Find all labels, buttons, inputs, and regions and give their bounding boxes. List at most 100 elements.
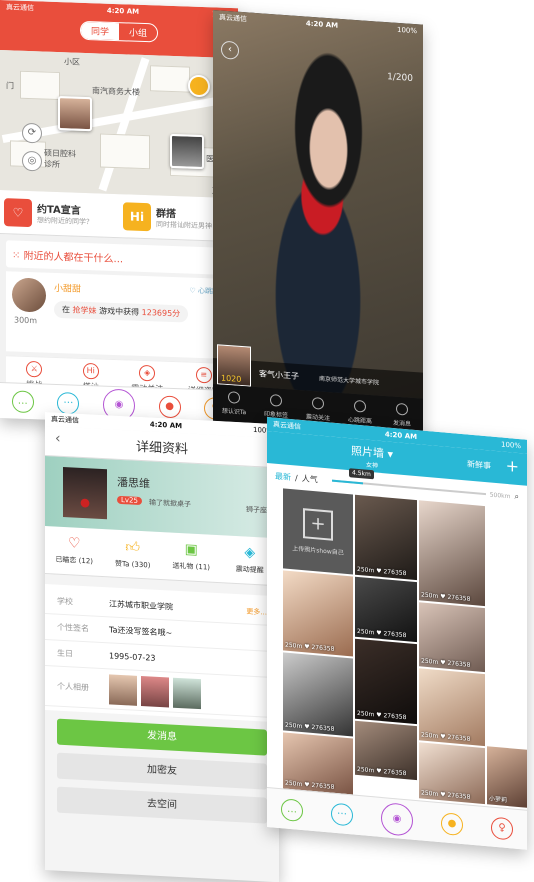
row-value: Ta还没写签名哦~ xyxy=(109,625,173,638)
photo-tile[interactable]: 250m ♥ 276358 xyxy=(283,732,353,795)
tile-meta: 250m ♥ 276358 xyxy=(357,709,407,722)
owner-school: 南京师范大学城市学院 xyxy=(319,375,380,387)
hi-icon: Hi xyxy=(123,201,151,231)
msg-mid: 游戏中获得 xyxy=(99,306,140,317)
tab-groups[interactable]: 小组 xyxy=(119,23,157,41)
female-pin-icon[interactable] xyxy=(188,74,210,98)
upload-icon: + xyxy=(303,508,333,541)
location-icon[interactable]: ● xyxy=(441,811,463,836)
crush-button[interactable]: ♡ 已瞄恋 (12) xyxy=(45,526,104,576)
upload-tile[interactable]: + 上传照片show自己 xyxy=(283,488,353,575)
visit-space-button[interactable]: 去空间 xyxy=(57,786,267,824)
news-button[interactable]: 新鲜事 xyxy=(467,458,491,471)
map-building xyxy=(100,133,150,170)
tab-classmates[interactable]: 同学 xyxy=(80,21,119,40)
bar-label: 想认识Ta xyxy=(221,407,247,417)
stat-label: 震动提醒 xyxy=(235,564,264,575)
photo-tile[interactable]: 250m ♥ 276358 xyxy=(355,576,417,643)
distance-max: 500km xyxy=(489,490,511,500)
back-icon[interactable]: ‹ xyxy=(55,431,61,447)
owner-name[interactable]: 客气小王子 xyxy=(259,368,299,382)
profile-icon[interactable]: ♀ xyxy=(491,816,513,841)
vibrate-icon: ◈ xyxy=(139,364,156,382)
profile-name: 潘思维 xyxy=(117,475,150,491)
nearby-title-text: 附近的人都在干什么... xyxy=(23,250,124,266)
tile-meta: 250m ♥ 276358 xyxy=(357,565,407,578)
carrier: 真云通信 xyxy=(273,420,301,431)
add-button[interactable]: + xyxy=(506,456,519,476)
avatar[interactable] xyxy=(12,277,46,313)
map-label: 南汽商务大楼 xyxy=(92,86,140,97)
photo-counter: 1/200 xyxy=(387,72,413,84)
date-declaration-button[interactable]: ♡ 约TA宣言 想约附近的同学？ xyxy=(0,190,119,237)
chat-icon[interactable]: … xyxy=(281,797,303,822)
tile-meta: 小萝莉 xyxy=(489,795,508,804)
photo-grid: + 上传照片show自己 250m ♥ 276358 250m ♥ 276358… xyxy=(267,487,527,830)
camera-icon[interactable]: ◉ xyxy=(381,801,413,837)
send-message-button[interactable]: 发消息 xyxy=(57,718,267,756)
tile-meta: 250m ♥ 276358 xyxy=(285,641,335,653)
profile-zodiac: 狮子座 xyxy=(246,505,267,515)
gift-icon: ▣ xyxy=(184,541,198,559)
album-thumbnails xyxy=(109,673,201,709)
map-view[interactable]: 小区 南汽商务大楼 硕日腔科诊所 医院 芦 门 ⟳ ◎ xyxy=(0,50,238,199)
tile-meta: 250m ♥ 276358 xyxy=(421,789,471,801)
photo-tile[interactable]: 250m ♥ 276358 xyxy=(419,668,485,747)
message-icon xyxy=(396,402,408,416)
clock: 4:20 AM xyxy=(149,420,183,431)
locate-icon[interactable]: ◎ xyxy=(22,150,42,172)
heart-icon: ♡ xyxy=(4,197,32,227)
album-photo[interactable] xyxy=(141,675,169,707)
bar-label: 发消息 xyxy=(392,419,411,428)
chat-icon[interactable]: … xyxy=(11,389,34,413)
map-building xyxy=(150,65,190,93)
album-photo[interactable] xyxy=(109,673,137,706)
msg-score: 123695分 xyxy=(141,307,181,319)
refresh-icon[interactable]: ⟳ xyxy=(22,122,42,144)
segment-control: 同学 小组 xyxy=(79,20,159,43)
photo-tile[interactable]: 250m ♥ 276358 xyxy=(283,570,353,657)
photo-tile[interactable]: 小萝莉 xyxy=(487,746,527,808)
level-badge: Lv25 xyxy=(117,495,142,506)
photo-tile[interactable]: 250m ♥ 276358 xyxy=(355,720,417,781)
tile-meta: 250m ♥ 276358 xyxy=(421,591,471,603)
user-pin[interactable] xyxy=(170,133,204,170)
filter-popular[interactable]: 人气 xyxy=(302,473,318,485)
grid-icon: ⁙ xyxy=(12,250,24,262)
avatar[interactable] xyxy=(63,466,107,520)
back-icon[interactable]: ‹ xyxy=(221,40,239,60)
photo-screen: 真云通信 4:20 AM 100% ‹ 1/200 1020 客气小王子 南京师… xyxy=(213,10,423,439)
map-header: 真云通信 4:20 AM 100% 同学 小组 + xyxy=(0,0,238,59)
gift-button[interactable]: ▣ 送礼物 (11) xyxy=(162,532,221,582)
share-icon[interactable]: ⋯ xyxy=(331,802,353,827)
feed-card[interactable]: 300m 小甜甜 ♡ 心跳距离 在 抢学妹 游戏中获得 123695分 xyxy=(6,271,232,360)
user-pin[interactable] xyxy=(58,96,92,132)
photo-tile[interactable]: 250m ♥ 276358 xyxy=(355,638,417,725)
photo-tile[interactable]: 250m ♥ 276358 xyxy=(283,652,353,737)
clock: 4:20 AM xyxy=(384,430,418,442)
album-photo[interactable] xyxy=(173,677,201,709)
chevron-down-icon: ▾ xyxy=(384,447,394,462)
photo-tile[interactable]: 250m ♥ 276358 xyxy=(419,742,485,805)
wall-title-dropdown[interactable]: 照片墙 ▾ 女神 xyxy=(351,442,393,471)
tile-meta: 250m ♥ 276358 xyxy=(421,731,471,743)
like-button[interactable]: 👍︎ 赞Ta (330) xyxy=(104,529,163,579)
add-friend-button[interactable]: 加密友 xyxy=(57,752,267,790)
photo-tile[interactable]: 250m ♥ 276358 xyxy=(419,602,485,673)
photo-tile[interactable]: 250m ♥ 276358 xyxy=(355,494,417,581)
username[interactable]: 小甜甜 xyxy=(54,281,81,295)
nearby-title: ⁙ 附近的人都在干什么... xyxy=(6,240,232,276)
profile-status: 输了就掀桌子 xyxy=(149,498,191,509)
row-key: 学校 xyxy=(57,596,73,607)
search-icon[interactable]: ⌕ xyxy=(515,492,519,502)
full-photo[interactable] xyxy=(213,10,423,399)
location-icon[interactable]: ● xyxy=(158,395,181,418)
msg-game[interactable]: 抢学妹 xyxy=(73,306,97,316)
share-icon[interactable]: ⋯ xyxy=(57,391,80,415)
more-link[interactable]: 更多... xyxy=(246,606,267,617)
filter-newest[interactable]: 最新 xyxy=(275,470,291,482)
photo-tile[interactable]: 250m ♥ 276358 xyxy=(419,500,485,607)
row-key: 个性签名 xyxy=(57,622,89,634)
distance-slider[interactable] xyxy=(331,479,486,496)
row-key: 生日 xyxy=(57,648,73,659)
